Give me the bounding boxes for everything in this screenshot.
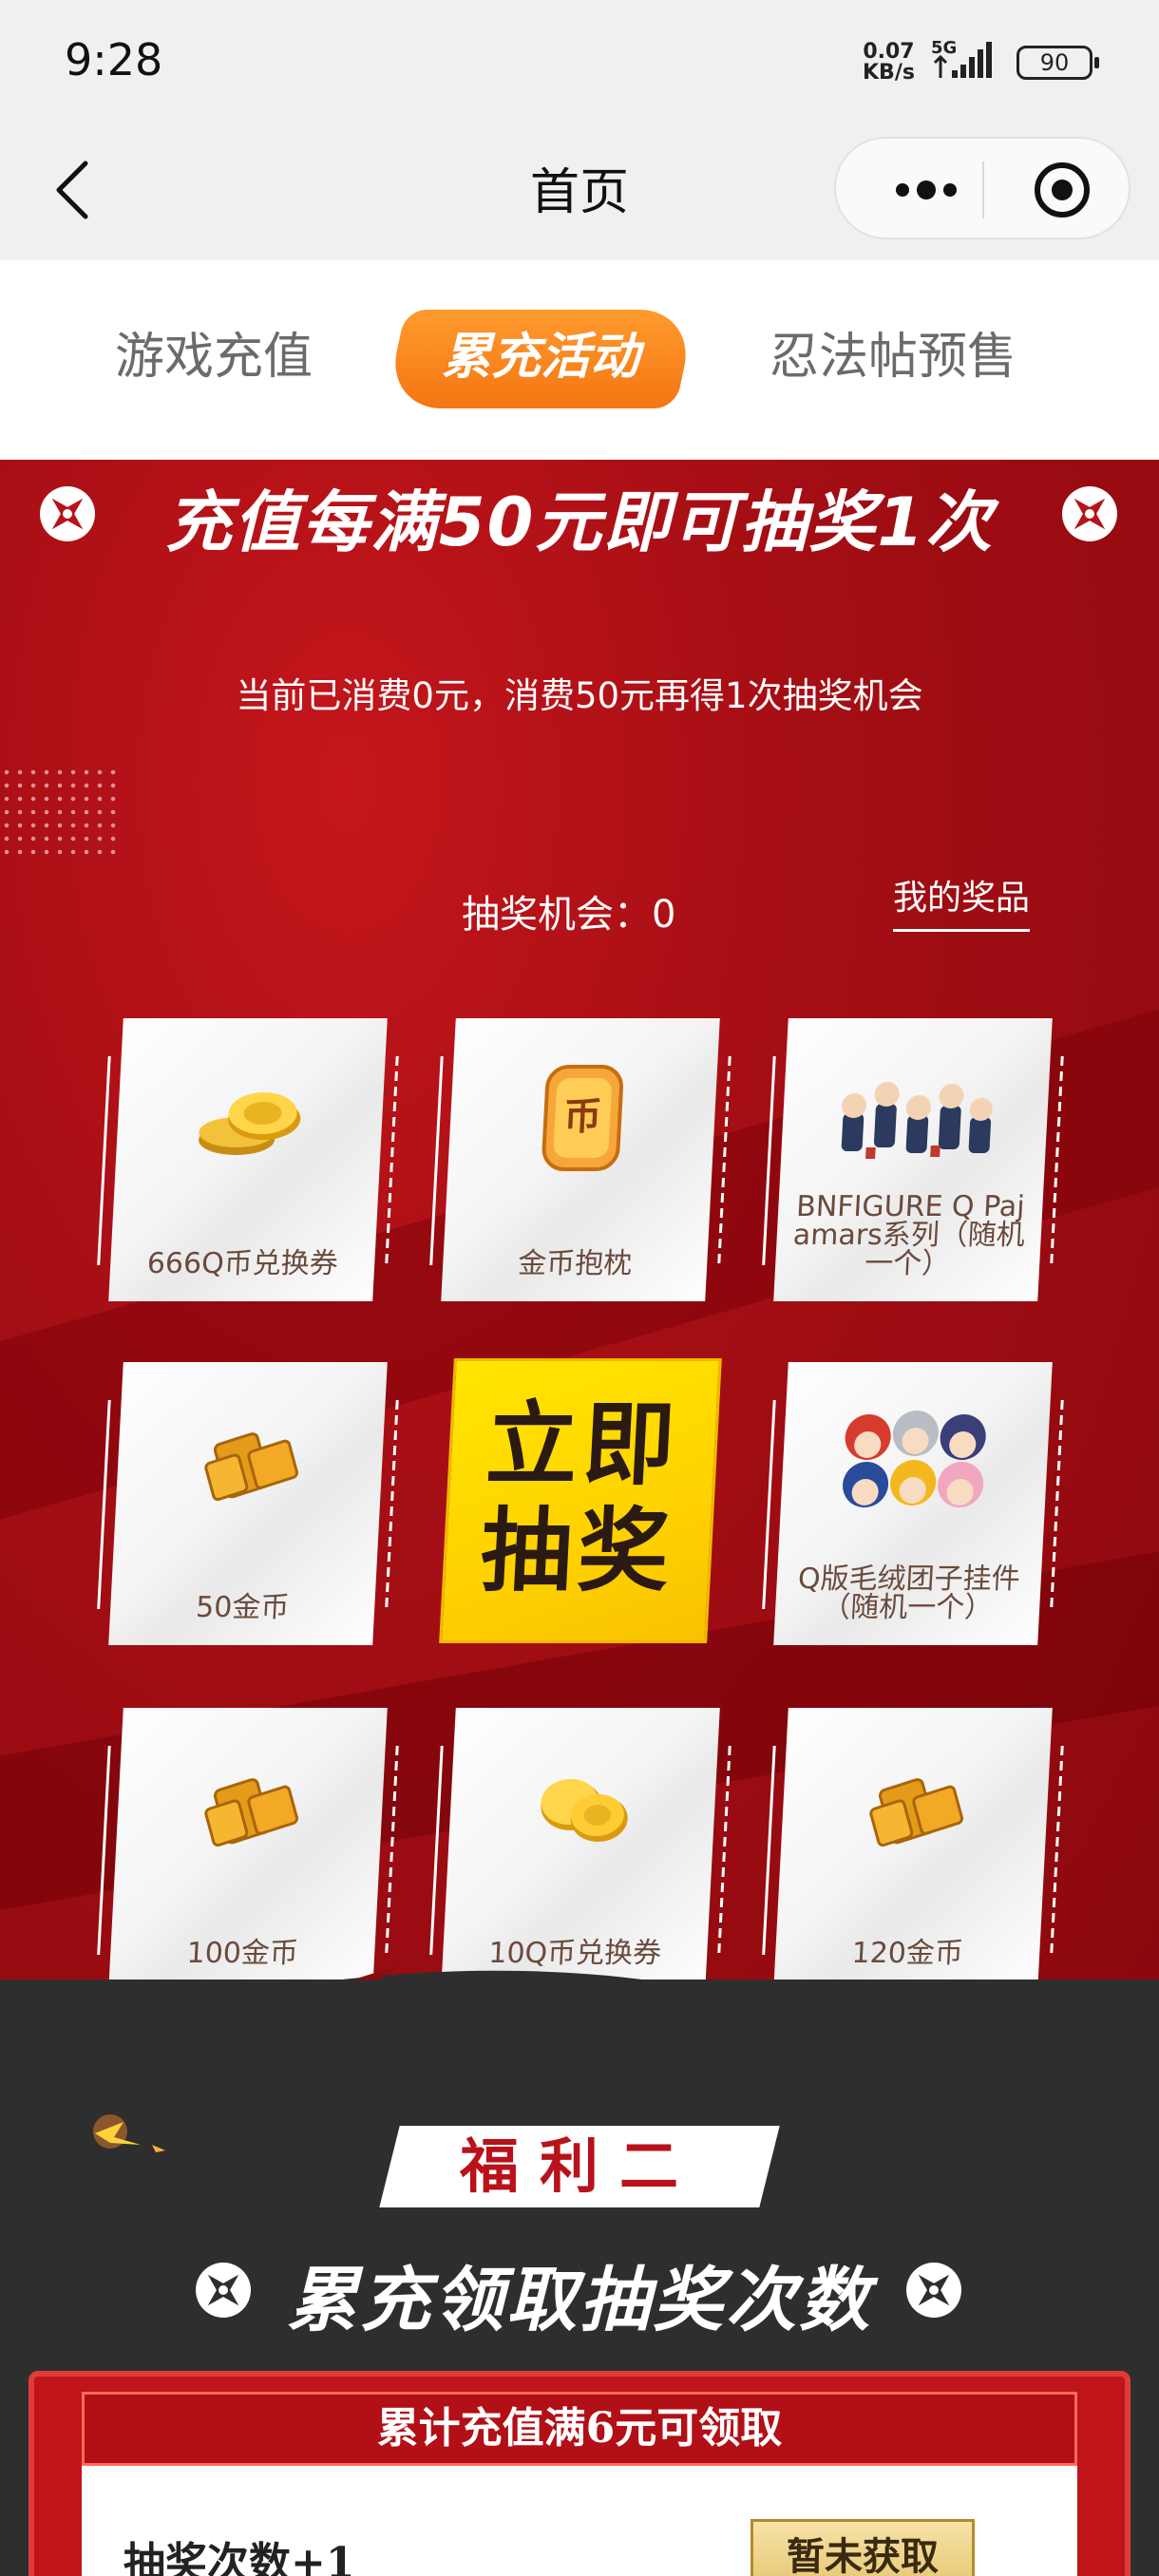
- status-bar: 9:28 0.07 KB/s 5G 90: [0, 0, 1159, 127]
- prize-name: BNFIGURE Q Pajamars系列（随机一个）: [791, 1190, 1026, 1280]
- chances-label: 抽奖机会：: [462, 893, 652, 937]
- prize-name: 666Q币兑换券: [145, 1247, 339, 1280]
- gold-bars-icon: [115, 1746, 386, 1869]
- lottery-section: 充值每满50元即可抽奖1次 当前已消费0元，消费50元再得1次抽奖机会 抽奖机会…: [0, 460, 1159, 2074]
- network-type: 5G: [931, 38, 957, 58]
- tab-cumulative-activity[interactable]: 累充活动: [395, 310, 686, 405]
- tab-bar: 游戏充值 累充活动 忍法帖预售: [0, 260, 1159, 460]
- lottery-headline: 充值每满50元即可抽奖1次: [164, 483, 995, 561]
- capsule-divider: [982, 161, 984, 218]
- welfare-title: 累充领取抽奖次数: [287, 2260, 872, 2341]
- tier-reward: 抽奖次数+1: [124, 2539, 355, 2576]
- prize-card: 666Q币兑换券: [108, 1018, 388, 1301]
- tab-game-recharge[interactable]: 游戏充值: [95, 310, 332, 405]
- qcoin-stack-icon: [115, 1056, 386, 1180]
- decor-dots: [0, 766, 118, 862]
- nav-bar: 首页: [0, 127, 1159, 260]
- lottery-chances: 抽奖机会：0: [462, 883, 675, 938]
- draw-now-label: 立即 抽奖: [478, 1392, 684, 1604]
- draw-now-button[interactable]: 立即 抽奖: [439, 1358, 722, 1643]
- more-dots-icon[interactable]: [874, 163, 978, 217]
- prize-card: 50金币: [108, 1362, 388, 1645]
- tier-header: 累计充值满6元可领取: [82, 2392, 1077, 2466]
- tab-ninja-presale[interactable]: 忍法帖预售: [760, 310, 1026, 405]
- shuriken-icon: [906, 2263, 961, 2318]
- chances-value: 0: [652, 893, 676, 937]
- prize-name: Q版毛绒团子挂件（随机一个）: [797, 1563, 1021, 1624]
- welfare-badge: 福利二: [379, 2126, 780, 2207]
- coin-pillow-icon: 币: [447, 1056, 718, 1180]
- gold-bars-icon: [780, 1746, 1051, 1869]
- qcoin-pair-icon: [447, 1746, 718, 1869]
- prize-card: 币 金币抱枕: [441, 1018, 720, 1301]
- net-speed-value: 0.07: [863, 40, 915, 64]
- spent-status: 当前已消费0元，消费50元再得1次抽奖机会: [236, 675, 923, 716]
- battery-icon: 90: [1016, 46, 1099, 80]
- spark-icon: [93, 2114, 165, 2152]
- net-speed: 0.07 KB/s: [863, 42, 915, 84]
- prize-name: 金币抱枕: [517, 1247, 634, 1280]
- figures-icon: [780, 1056, 1051, 1180]
- shuriken-icon: [1062, 486, 1117, 541]
- my-prizes-link[interactable]: 我的奖品: [893, 870, 1031, 932]
- close-target-icon[interactable]: [1034, 161, 1091, 218]
- svg-text:币: 币: [562, 1095, 602, 1139]
- plush-icon: [780, 1400, 1051, 1524]
- prize-name: 50金币: [195, 1591, 291, 1624]
- miniprogram-capsule: [834, 137, 1130, 239]
- net-speed-unit: KB/s: [863, 61, 915, 85]
- prize-card: BNFIGURE Q Pajamars系列（随机一个）: [773, 1018, 1053, 1301]
- status-time: 9:28: [65, 34, 163, 85]
- signal-icon: 5G: [931, 38, 992, 78]
- prize-card: Q版毛绒团子挂件（随机一个）: [773, 1362, 1053, 1645]
- claim-button[interactable]: 暂未获取: [750, 2519, 975, 2576]
- gold-bars-icon: [115, 1400, 386, 1524]
